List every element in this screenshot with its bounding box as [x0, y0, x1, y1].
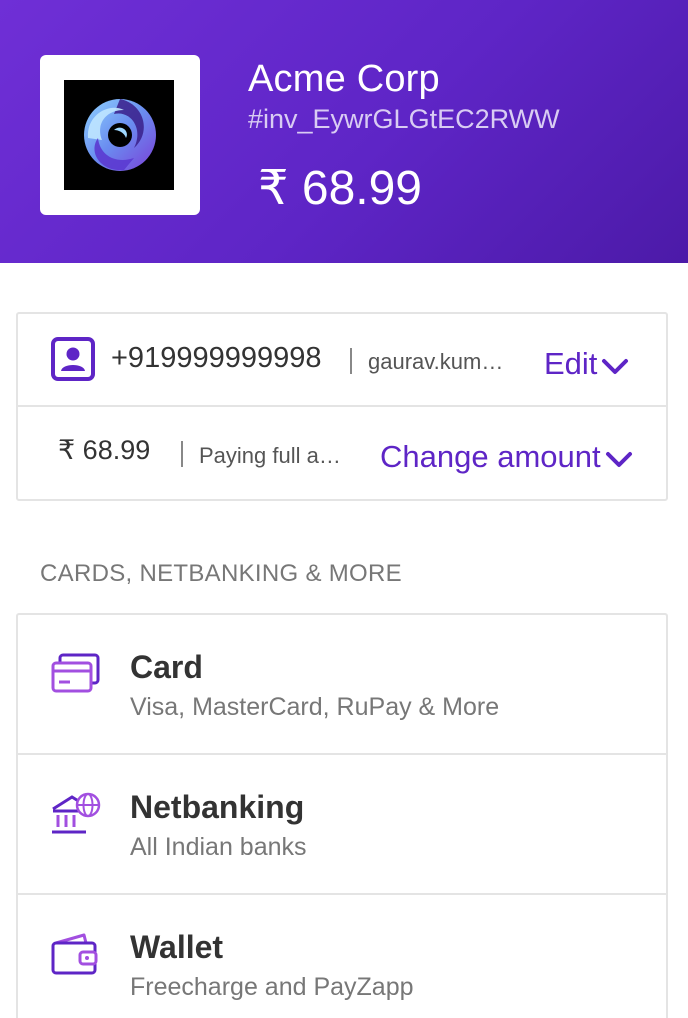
- contact-card-icon: [50, 336, 96, 387]
- amount-note: Paying full amount: [199, 443, 356, 468]
- contact-row: +919999999998 gaurav.kumar@example.com E…: [18, 314, 666, 407]
- divider: [181, 441, 183, 467]
- chevron-down-icon: [605, 441, 633, 477]
- bank-icon: [50, 791, 102, 837]
- method-subtitle: Visa, MasterCard, RuPay & More: [130, 693, 500, 721]
- method-card[interactable]: Card Visa, MasterCard, RuPay & More: [18, 615, 666, 755]
- divider: [350, 348, 352, 374]
- method-subtitle: Freecharge and PayZapp: [130, 973, 414, 1001]
- method-wallet[interactable]: Wallet Freecharge and PayZapp: [18, 895, 666, 1018]
- chevron-down-icon: [601, 348, 629, 384]
- header-amount: ₹ 68.99: [258, 162, 422, 215]
- method-subtitle: All Indian banks: [130, 833, 307, 861]
- contact-details-card: +919999999998 gaurav.kumar@example.com E…: [16, 312, 668, 501]
- method-netbanking[interactable]: Netbanking All Indian banks: [18, 755, 666, 895]
- payment-methods-heading: CARDS, NETBANKING & MORE: [40, 560, 402, 587]
- invoice-id: #inv_EywrGLGtEC2RWW: [248, 104, 560, 134]
- card-icon: [50, 651, 102, 697]
- wallet-icon: [50, 931, 102, 977]
- change-amount-label: Change amount: [380, 439, 601, 474]
- amount-row: ₹ 68.99 Paying full amount Change amount: [18, 407, 666, 499]
- method-title: Card: [130, 649, 203, 685]
- change-amount-button[interactable]: Change amount: [380, 439, 633, 477]
- edit-label: Edit: [544, 346, 598, 381]
- contact-phone: +919999999998: [111, 342, 322, 374]
- swirl-logo-icon: [64, 80, 174, 190]
- edit-contact-button[interactable]: Edit: [544, 346, 629, 384]
- merchant-logo: [40, 55, 200, 215]
- contact-email: gaurav.kumar@example.com: [368, 349, 515, 374]
- payment-amount: ₹ 68.99: [58, 435, 151, 465]
- method-title: Wallet: [130, 929, 224, 965]
- payment-methods-list: Card Visa, MasterCard, RuPay & More Netb…: [16, 613, 668, 1018]
- checkout-header: Acme Corp #inv_EywrGLGtEC2RWW ₹ 68.99: [0, 0, 688, 263]
- merchant-name: Acme Corp: [248, 58, 440, 100]
- method-title: Netbanking: [130, 789, 305, 825]
